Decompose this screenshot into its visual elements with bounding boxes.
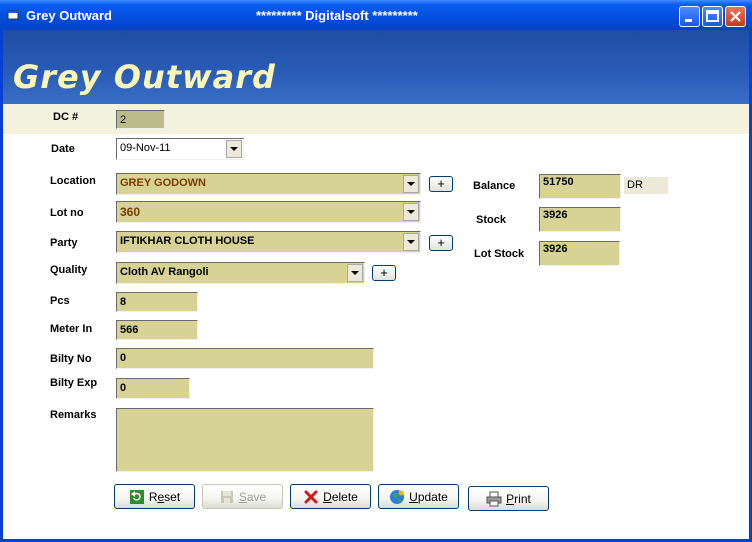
add-location-button[interactable]: + xyxy=(429,176,453,192)
delete-button[interactable]: Delete xyxy=(290,484,371,509)
minimize-button[interactable] xyxy=(679,6,700,27)
bilty-no-field[interactable]: 0 xyxy=(116,348,374,369)
dc-strip xyxy=(3,104,749,134)
update-label: Update xyxy=(409,489,448,504)
date-value: 09-Nov-11 xyxy=(120,142,171,154)
balance-type: DR xyxy=(624,177,668,194)
reset-label: Reset xyxy=(148,489,181,504)
chevron-down-icon[interactable] xyxy=(347,264,363,282)
close-icon xyxy=(730,11,741,22)
delete-icon xyxy=(304,490,318,503)
lot-no-value: 360 xyxy=(120,205,141,219)
dc-label: DC # xyxy=(53,111,79,123)
party-select[interactable]: IFTIKHAR CLOTH HOUSE xyxy=(116,231,421,253)
bilty-exp-field[interactable]: 0 xyxy=(116,378,190,399)
pcs-label: Pcs xyxy=(50,295,70,307)
balance-label: Balance xyxy=(473,180,516,192)
quality-label: Quality xyxy=(50,264,88,276)
remarks-textarea[interactable] xyxy=(116,408,374,472)
quality-select[interactable]: Cloth AV Rangoli xyxy=(116,262,365,284)
date-label: Date xyxy=(51,143,75,155)
lot-stock-label: Lot Stock xyxy=(474,248,525,260)
chevron-down-icon[interactable] xyxy=(403,175,419,193)
dc-field[interactable]: 2 xyxy=(116,110,165,129)
reset-icon xyxy=(129,489,144,504)
party-value: IFTIKHAR CLOTH HOUSE xyxy=(120,235,255,247)
location-label: Location xyxy=(50,175,96,187)
chevron-down-icon[interactable] xyxy=(226,140,242,158)
form-client-area: Grey Outward DC # 2 Date 09-Nov-11 Locat… xyxy=(3,30,749,539)
chevron-down-icon[interactable] xyxy=(403,233,419,251)
balance-field[interactable]: 51750 xyxy=(539,174,621,199)
title-bar[interactable]: Grey Outward ********* Digitalsoft *****… xyxy=(0,0,752,30)
bilty-exp-label: Bilty Exp xyxy=(50,377,98,389)
meter-in-field[interactable]: 566 xyxy=(116,320,198,340)
add-party-button[interactable]: + xyxy=(429,235,453,251)
stock-field[interactable]: 3926 xyxy=(539,207,621,232)
maximize-icon xyxy=(706,10,719,22)
quality-value: Cloth AV Rangoli xyxy=(120,266,209,278)
minimize-icon xyxy=(685,19,692,22)
lot-no-label: Lot no xyxy=(50,207,84,219)
remarks-label: Remarks xyxy=(50,409,97,421)
globe-icon xyxy=(390,489,405,504)
maximize-button[interactable] xyxy=(702,6,723,27)
save-icon xyxy=(220,490,233,503)
window-title: Grey Outward xyxy=(26,8,112,23)
location-value: GREY GODOWN xyxy=(120,177,206,189)
header-banner: Grey Outward xyxy=(3,30,749,104)
print-button[interactable]: Print xyxy=(468,486,549,511)
app-window: Grey Outward ********* Digitalsoft *****… xyxy=(0,0,752,542)
banner-title: Grey Outward xyxy=(13,58,276,96)
print-label: Print xyxy=(506,491,531,506)
add-quality-button[interactable]: + xyxy=(372,265,396,281)
close-button[interactable] xyxy=(725,6,746,27)
lot-no-select[interactable]: 360 xyxy=(116,201,421,223)
pcs-field[interactable]: 8 xyxy=(116,292,198,312)
bilty-no-label: Bilty No xyxy=(50,353,92,365)
printer-icon xyxy=(486,491,502,506)
save-button[interactable]: Save xyxy=(202,484,283,509)
save-label: Save xyxy=(238,489,267,504)
meter-in-label: Meter In xyxy=(50,323,93,335)
location-select[interactable]: GREY GODOWN xyxy=(116,173,421,195)
stock-label: Stock xyxy=(476,214,506,226)
party-label: Party xyxy=(50,237,78,249)
app-icon xyxy=(7,10,19,20)
date-picker[interactable]: 09-Nov-11 xyxy=(116,138,244,160)
delete-label: Delete xyxy=(323,489,358,504)
reset-button[interactable]: Reset xyxy=(114,484,195,509)
chevron-down-icon[interactable] xyxy=(403,203,419,221)
window-center-title: ********* Digitalsoft ********* xyxy=(256,8,418,23)
lot-stock-field[interactable]: 3926 xyxy=(539,241,620,266)
update-button[interactable]: Update xyxy=(378,484,459,509)
